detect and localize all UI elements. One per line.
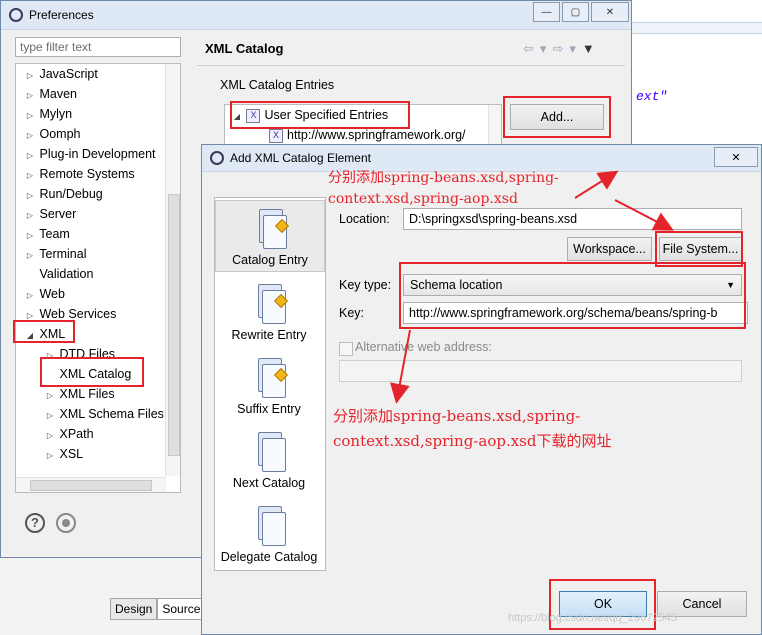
arrow-to-note bbox=[574, 170, 619, 199]
annotation-arrows bbox=[390, 170, 674, 404]
watermark: https://blog.csdn.net/qq_29672545 bbox=[508, 612, 677, 624]
arrow-to-key bbox=[390, 329, 411, 404]
arrow-to-file-system bbox=[614, 199, 674, 231]
